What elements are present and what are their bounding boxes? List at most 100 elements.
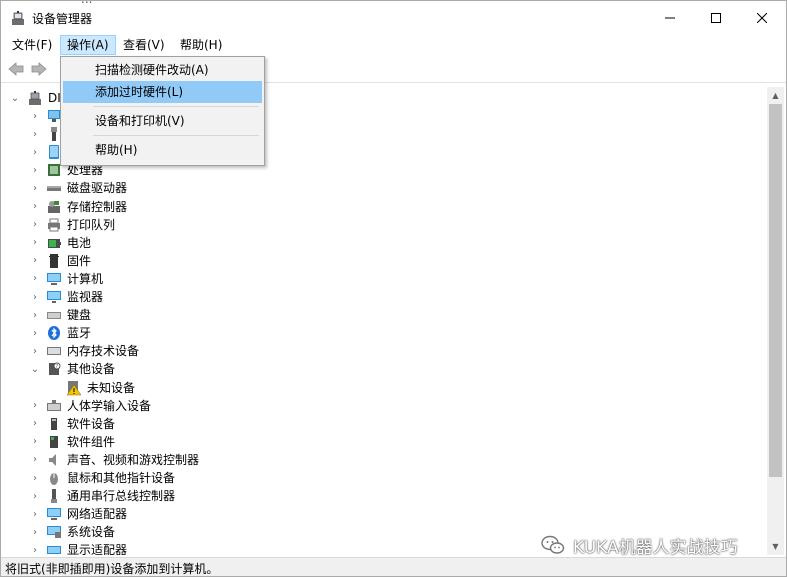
tree-category-row[interactable]: › 鼠标和其他指针设备: [1, 469, 761, 487]
forward-button[interactable]: [29, 59, 49, 79]
tree-item-label: 网络适配器: [67, 507, 128, 522]
hid-icon: [47, 399, 61, 411]
tree-category-row[interactable]: › 网络适配器: [1, 505, 761, 523]
unknown-device-warning-icon: [66, 380, 82, 395]
tree-item-label: 其他设备: [67, 362, 116, 377]
title-bar[interactable]: 设备管理器 ...: [1, 1, 786, 34]
tree-category-row[interactable]: › 软件设备: [1, 415, 761, 433]
menu-action[interactable]: 操作(A): [60, 35, 116, 55]
other-devices-icon: ?: [49, 362, 61, 376]
back-button[interactable]: [6, 59, 26, 79]
wechat-icon: [541, 535, 565, 554]
tree-category-row[interactable]: › 磁盘驱动器: [1, 179, 761, 197]
close-button[interactable]: [739, 1, 785, 34]
scroll-down-arrow-icon[interactable]: ▼: [767, 538, 784, 555]
expand-chevron-icon[interactable]: ›: [30, 415, 40, 433]
expand-chevron-icon[interactable]: ›: [30, 288, 40, 306]
tree-category-row[interactable]: › 人体学输入设备: [1, 397, 761, 415]
scroll-up-arrow-icon[interactable]: ▲: [767, 87, 784, 104]
software-device-icon: [51, 417, 57, 430]
tree-item-label: 人体学输入设备: [67, 398, 152, 413]
expand-chevron-icon[interactable]: ›: [30, 179, 40, 197]
maximize-icon: [711, 12, 721, 23]
tree-category-row[interactable]: › 键盘: [1, 306, 761, 324]
menu-item-devices-printers[interactable]: 设备和打印机(V): [63, 110, 262, 132]
expand-chevron-icon[interactable]: ›: [30, 270, 40, 288]
tree-item-label: 软件设备: [67, 416, 116, 431]
menu-separator: [93, 106, 259, 107]
tree-item-label: 声音、视频和游戏控制器: [67, 452, 200, 467]
vertical-scrollbar[interactable]: ▲ ▼: [767, 87, 784, 555]
tree-child-row[interactable]: 未知设备: [1, 379, 761, 397]
scroll-thumb[interactable]: [769, 104, 782, 477]
tree-item-label: 电池: [67, 235, 92, 250]
menu-item-add-legacy-hardware[interactable]: 添加过时硬件(L): [63, 81, 262, 103]
expand-chevron-icon[interactable]: ›: [30, 143, 40, 161]
tree-item-label: 键盘: [67, 308, 92, 323]
minimize-button[interactable]: [647, 1, 693, 34]
expand-chevron-icon[interactable]: ›: [30, 234, 40, 252]
collapse-chevron-icon[interactable]: ⌄: [30, 360, 40, 378]
tree-item-label: 软件组件: [67, 434, 116, 449]
tree-item-label: 蓝牙: [67, 326, 92, 341]
usb-controller-icon: [51, 489, 57, 504]
tree-category-row[interactable]: › 通用串行总线控制器: [1, 487, 761, 505]
tree-category-row[interactable]: › 声音、视频和游戏控制器: [1, 451, 761, 469]
expand-chevron-icon[interactable]: ›: [30, 487, 40, 505]
tree-category-row[interactable]: › 蓝牙: [1, 324, 761, 342]
maximize-button[interactable]: [693, 1, 739, 34]
window-title: 设备管理器: [32, 12, 93, 26]
menu-item-scan-hardware[interactable]: 扫描检测硬件改动(A): [63, 59, 262, 81]
tree-category-row[interactable]: › 计算机: [1, 270, 761, 288]
menu-file[interactable]: 文件(F): [6, 35, 58, 55]
menu-separator: [93, 135, 259, 136]
tree-item-label: 显示适配器: [67, 543, 128, 555]
expand-chevron-icon[interactable]: ›: [30, 397, 40, 415]
expand-chevron-icon[interactable]: ›: [30, 216, 40, 234]
watermark: KUKA机器人实战技巧: [541, 532, 738, 558]
expand-chevron-icon[interactable]: ›: [30, 505, 40, 523]
menu-item-help[interactable]: 帮助(H): [63, 139, 262, 161]
expand-chevron-icon[interactable]: ›: [30, 541, 40, 555]
expand-chevron-icon[interactable]: ›: [30, 342, 40, 360]
tree-item-label: 监视器: [67, 290, 104, 304]
expand-chevron-icon[interactable]: ›: [30, 451, 40, 469]
expand-chevron-icon[interactable]: ›: [30, 198, 40, 216]
tree-category-row[interactable]: › 固件: [1, 252, 761, 270]
menu-view[interactable]: 查看(V): [117, 35, 171, 55]
expand-chevron-icon[interactable]: ›: [30, 433, 40, 451]
expand-chevron-icon[interactable]: ›: [30, 469, 40, 487]
tree-category-row[interactable]: ⌄? 其他设备: [1, 360, 761, 378]
tree-category-row[interactable]: › 软件组件: [1, 433, 761, 451]
tree-category-row[interactable]: › 电池: [1, 234, 761, 252]
tree-category-row[interactable]: › 打印队列: [1, 216, 761, 234]
expand-chevron-icon[interactable]: ›: [30, 523, 40, 541]
tree-item-label: 未知设备: [87, 380, 136, 395]
expand-chevron-icon[interactable]: ›: [30, 107, 40, 125]
menu-bar: 文件(F) 操作(A) 查看(V) 帮助(H): [1, 34, 786, 56]
close-icon: [757, 12, 767, 23]
expand-chevron-icon[interactable]: ›: [30, 252, 40, 270]
tree-category-row[interactable]: › 监视器: [1, 288, 761, 306]
mouse-icon: [50, 473, 58, 485]
menu-help[interactable]: 帮助(H): [174, 35, 228, 55]
keyboard-icon: [47, 312, 61, 320]
tree-item-label: 固件: [67, 253, 92, 268]
tree-item-label: 打印队列: [67, 217, 116, 232]
expand-chevron-icon[interactable]: ›: [30, 161, 40, 179]
tree-category-row[interactable]: › 存储控制器: [1, 198, 761, 216]
firmware-icon: [49, 253, 59, 268]
collapse-chevron-icon[interactable]: ⌄: [10, 89, 20, 107]
minimize-icon: [665, 17, 675, 18]
expand-chevron-icon[interactable]: ›: [30, 324, 40, 342]
forward-arrow-icon: [31, 62, 47, 76]
back-arrow-icon: [8, 62, 24, 76]
expand-chevron-icon[interactable]: ›: [30, 306, 40, 324]
storage-controller-icon: [48, 200, 60, 213]
expand-chevron-icon[interactable]: ›: [30, 125, 40, 143]
audio-icon: [49, 453, 56, 466]
tree-category-row[interactable]: › 内存技术设备: [1, 342, 761, 360]
tree-item-label: 鼠标和其他指针设备: [67, 471, 176, 485]
tree-item-label: 通用串行总线控制器: [67, 489, 176, 504]
watermark-text: KUKA机器人实战技巧: [573, 537, 738, 558]
